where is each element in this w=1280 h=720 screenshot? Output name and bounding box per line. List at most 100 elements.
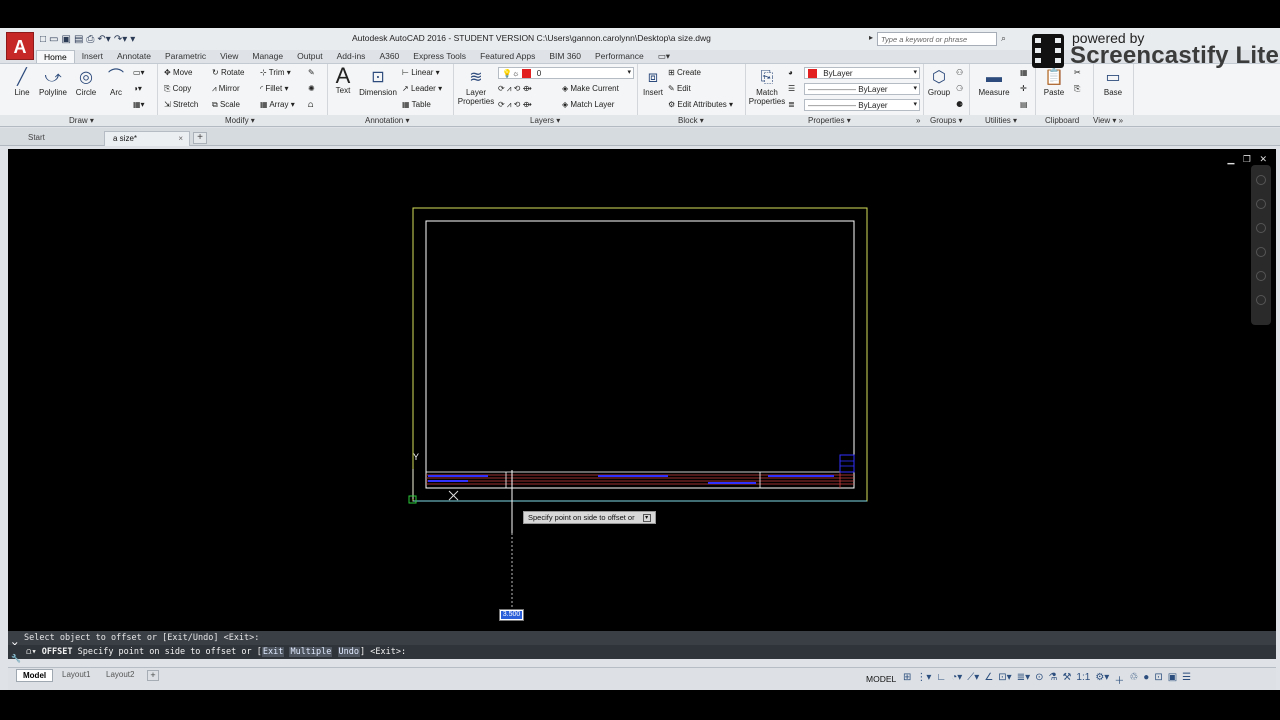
view-panel-title[interactable]: View ▾ » [1093, 116, 1123, 125]
group-button[interactable]: ⬡ Group [926, 68, 952, 97]
scale-label[interactable]: 1:1 [1076, 672, 1090, 687]
copy-clip-icon[interactable]: ⎘ [1074, 84, 1080, 94]
lineweight-toggle-icon[interactable]: ≣▾ [1017, 672, 1030, 687]
quick-properties-icon[interactable]: ● [1143, 672, 1149, 687]
layers-panel-title[interactable]: Layers ▾ [530, 116, 560, 125]
layout-tab-model[interactable]: Model [16, 669, 54, 682]
polar-icon[interactable]: ◔▾ [951, 672, 962, 687]
array-button[interactable]: ▦ Array ▾ [260, 100, 295, 109]
edit-block-button[interactable]: ✎ Edit [668, 84, 691, 93]
tab-express-tools[interactable]: Express Tools [406, 50, 473, 63]
tab-home[interactable]: Home [36, 50, 75, 63]
units-icon[interactable]: ♲ [1129, 672, 1138, 687]
save-icon[interactable]: ▣ [62, 34, 71, 46]
layer-tools-2-icon[interactable]: ⟳ ⩘ ⟲ ⟴ [498, 100, 532, 110]
lock-ui-icon[interactable]: ⊡ [1154, 672, 1162, 687]
groups-panel-title[interactable]: Groups ▾ [930, 116, 962, 125]
create-block-button[interactable]: ⊞ Create [668, 68, 701, 77]
annotation-panel-title[interactable]: Annotation ▾ [365, 116, 410, 125]
offset-icon[interactable]: ⩍ [308, 100, 313, 110]
clean-screen-icon[interactable]: ▣ [1168, 672, 1177, 687]
redo-icon[interactable]: ↷▾ [114, 34, 127, 46]
rotate-button[interactable]: ↻ Rotate [212, 68, 245, 77]
clipboard-panel-title[interactable]: Clipboard [1045, 116, 1079, 125]
layer-tools-icon[interactable]: ⟳ ⩘ ⟲ ⟴ [498, 84, 532, 94]
drawing-viewport[interactable]: Y ▁ ❐ ✕ Specify point on side to offset … [8, 149, 1276, 631]
object-snap-icon[interactable]: ⊡▾ [998, 672, 1011, 687]
panel-overflow-icon[interactable]: » [916, 116, 920, 125]
tab-bim-360[interactable]: BIM 360 [542, 50, 588, 63]
tab-add-ins[interactable]: Add-ins [330, 50, 373, 63]
measure-button[interactable]: ▬ Measure [976, 68, 1012, 97]
tab-output[interactable]: Output [290, 50, 330, 63]
add-layout-button[interactable]: + [147, 670, 159, 681]
table-button[interactable]: ▦ Table [402, 100, 431, 109]
match-properties-button[interactable]: ⎘ Match Properties [748, 68, 786, 106]
nav-settings-icon[interactable] [1256, 295, 1266, 305]
layer-properties-button[interactable]: ≋ Layer Properties [456, 68, 496, 106]
search-expand-icon[interactable]: ▸ [869, 33, 873, 42]
file-tab-start[interactable]: Start [20, 131, 110, 146]
application-menu-button[interactable]: A [6, 32, 34, 60]
search-input[interactable]: Type a keyword or phrase [877, 32, 997, 46]
gradient-icon[interactable]: ▦▾ [133, 100, 145, 109]
snap-icon[interactable]: ⋮▾ [916, 672, 931, 687]
command-option-exit[interactable]: Exit [261, 647, 285, 657]
linear-button[interactable]: ⊢ Linear ▾ [402, 68, 440, 77]
viewport-controls[interactable]: ▁ ❐ ✕ [1227, 154, 1270, 165]
group-edit-icon[interactable]: ⚆ [956, 84, 963, 93]
dynamic-distance-input[interactable]: 3.500 [499, 609, 524, 621]
scale-button[interactable]: ⧉ Scale [212, 100, 240, 110]
navigation-bar[interactable] [1251, 165, 1271, 325]
command-search-icon[interactable]: 🔧 [11, 654, 21, 663]
transparency-icon[interactable]: ⊙ [1035, 672, 1043, 687]
object-snap-tracking-icon[interactable]: ∠ [984, 672, 993, 687]
layer-dropdown[interactable]: 💡☼ 0 ▾ [498, 67, 634, 79]
color-dropdown[interactable]: ByLayer ▾ [804, 67, 920, 79]
line-button[interactable]: ╱ Line [10, 68, 34, 97]
save-as-icon[interactable]: ▤ [74, 34, 83, 46]
pan-icon[interactable] [1256, 199, 1266, 209]
ungroup-icon[interactable]: ⚇ [956, 68, 963, 77]
insert-button[interactable]: ⧈ Insert [640, 68, 666, 97]
block-panel-title[interactable]: Block ▾ [678, 116, 704, 125]
ribbon-minimize-icon[interactable]: ▭▾ [651, 50, 677, 63]
customization-menu-icon[interactable]: ☰ [1182, 672, 1191, 687]
tab-performance[interactable]: Performance [588, 50, 651, 63]
command-option-undo[interactable]: Undo [337, 647, 361, 657]
file-tab-current[interactable]: a size* × [104, 131, 190, 146]
fillet-button[interactable]: ◜ Fillet ▾ [260, 84, 288, 93]
annomonitor-icon[interactable]: ＋ [1114, 672, 1124, 687]
open-file-icon[interactable]: ▭ [49, 34, 58, 46]
rectangle-icon[interactable]: ▭▾ [133, 68, 145, 77]
match-layer-button[interactable]: ◈ Match Layer [562, 100, 614, 109]
isodraft-icon[interactable]: ⟋▾ [967, 672, 979, 687]
annotation-scale-icon[interactable]: ⚒ [1062, 672, 1071, 687]
group-select-icon[interactable]: ⚈ [956, 100, 963, 109]
close-tab-icon[interactable]: × [178, 132, 183, 145]
layout-tab-layout2[interactable]: Layout2 [100, 669, 140, 682]
tab-parametric[interactable]: Parametric [158, 50, 213, 63]
drawing-canvas[interactable] [8, 149, 1276, 631]
polyline-button[interactable]: ⤻ Polyline [36, 68, 70, 97]
tab-a360[interactable]: A360 [372, 50, 406, 63]
tab-view[interactable]: View [213, 50, 245, 63]
stretch-button[interactable]: ⇲ Stretch [164, 100, 198, 109]
draw-panel-title[interactable]: Draw ▾ [69, 116, 94, 125]
tab-annotate[interactable]: Annotate [110, 50, 158, 63]
arc-button[interactable]: ⌒ Arc [104, 68, 128, 97]
grid-icon[interactable]: ⊞ [903, 672, 911, 687]
steering-wheel-icon[interactable] [1256, 175, 1266, 185]
properties-panel-title[interactable]: Properties ▾ [808, 116, 851, 125]
undo-icon[interactable]: ↶▾ [97, 34, 110, 46]
ortho-icon[interactable]: ∟ [936, 672, 946, 687]
tab-featured-apps[interactable]: Featured Apps [473, 50, 542, 63]
command-option-multiple[interactable]: Multiple [289, 647, 333, 657]
annotation-visibility-icon[interactable]: ⚗ [1048, 672, 1057, 687]
new-tab-button[interactable]: + [193, 132, 207, 144]
linetype-dropdown[interactable]: —————— ByLayer ▾ [804, 83, 920, 95]
explode-icon[interactable]: ✺ [308, 84, 315, 93]
make-current-button[interactable]: ◈ Make Current [562, 84, 619, 93]
customize-qat-icon[interactable]: ▾ [130, 34, 135, 46]
circle-button[interactable]: ◎ Circle [72, 68, 100, 97]
